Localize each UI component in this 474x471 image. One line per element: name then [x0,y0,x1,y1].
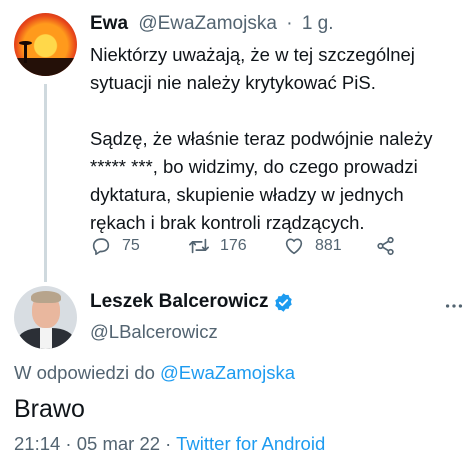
text-line: sytuacji nie należy krytykować PiS. [90,72,376,93]
avatar-palm-trunk [24,43,27,63]
tweet-metadata: 21:14 · 05 mar 22 · Twitter for Android [14,433,325,455]
reply-author-handle[interactable]: @EwaZamojska [138,13,277,34]
share-button[interactable] [375,235,397,257]
avatar-palm-leaves [19,41,32,45]
like-count: 881 [315,237,342,254]
reply-prefix: W odpowiedzi do [14,362,155,383]
like-button[interactable]: 881 [283,235,342,257]
verified-badge-icon [275,292,293,312]
reply-author-name[interactable]: Ewa [90,13,128,34]
text-line: Sądzę, że właśnie teraz podwójnie należy [90,128,433,149]
share-icon [377,236,394,256]
retweet-button[interactable]: 176 [188,235,247,257]
main-author-name[interactable]: Leszek Balcerowicz [90,291,268,313]
reply-time[interactable]: 1 g. [302,13,334,34]
text-line: ***** ***, bo widzimy, do czego prowadzi [90,156,418,177]
tweet-timestamp[interactable]: 21:14 · 05 mar 22 · [14,433,171,454]
reply-icon [92,238,110,256]
text-line: dyktatura, skupienie władzy w jednych [90,184,404,205]
text-line: Niektórzy uważają, że w tej szczególnej [90,44,415,65]
main-author-name-row: Leszek Balcerowicz [90,291,294,313]
main-tweet-text: Brawo [14,395,85,423]
replying-to: W odpowiedzi do @EwaZamojska [14,362,295,384]
more-options-icon[interactable] [443,295,465,317]
reply-count: 75 [122,237,140,254]
like-icon [285,238,303,255]
ewa-avatar[interactable] [14,13,77,76]
thread-line [44,84,47,282]
reply-handle-link[interactable]: @EwaZamojska [160,362,295,383]
tweet-source-link[interactable]: Twitter for Android [176,433,325,454]
avatar-hair [31,291,61,303]
reply-tweet-text: Niektórzy uważają, że w tej szczególnej … [90,41,460,237]
retweet-icon [189,238,209,254]
reply-button[interactable]: 75 [90,235,140,257]
text-line: rękach i brak kontroli rządzących. [90,212,365,233]
balcerowicz-avatar[interactable] [14,286,77,349]
retweet-count: 176 [220,237,247,254]
dot-separator: · [286,13,293,34]
avatar-shirt [40,328,52,349]
main-author-handle[interactable]: @LBalcerowicz [90,321,218,343]
reply-tweet-header: Ewa @EwaZamojska · 1 g. [90,13,334,35]
